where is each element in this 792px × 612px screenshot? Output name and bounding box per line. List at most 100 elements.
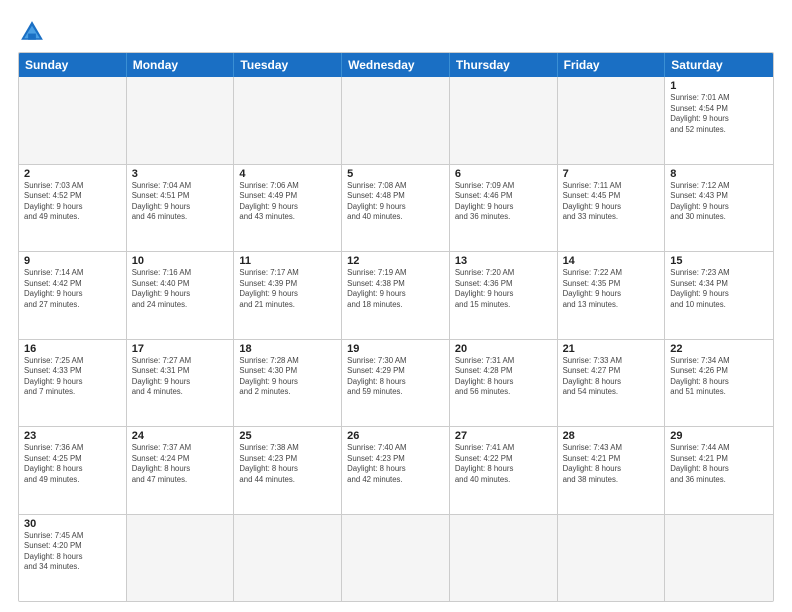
day-of-week-saturday: Saturday xyxy=(665,53,773,77)
day-number: 6 xyxy=(455,168,552,180)
calendar-cell xyxy=(234,77,342,164)
calendar-cell xyxy=(342,515,450,602)
calendar-cell: 27Sunrise: 7:41 AM Sunset: 4:22 PM Dayli… xyxy=(450,427,558,514)
calendar-cell: 22Sunrise: 7:34 AM Sunset: 4:26 PM Dayli… xyxy=(665,340,773,427)
calendar-cell: 29Sunrise: 7:44 AM Sunset: 4:21 PM Dayli… xyxy=(665,427,773,514)
calendar-cell: 24Sunrise: 7:37 AM Sunset: 4:24 PM Dayli… xyxy=(127,427,235,514)
day-number: 16 xyxy=(24,343,121,355)
day-info: Sunrise: 7:17 AM Sunset: 4:39 PM Dayligh… xyxy=(239,268,336,310)
page: SundayMondayTuesdayWednesdayThursdayFrid… xyxy=(0,0,792,612)
day-number: 29 xyxy=(670,430,768,442)
day-info: Sunrise: 7:31 AM Sunset: 4:28 PM Dayligh… xyxy=(455,356,552,398)
calendar-cell: 19Sunrise: 7:30 AM Sunset: 4:29 PM Dayli… xyxy=(342,340,450,427)
day-info: Sunrise: 7:36 AM Sunset: 4:25 PM Dayligh… xyxy=(24,443,121,485)
day-number: 3 xyxy=(132,168,229,180)
calendar-cell: 17Sunrise: 7:27 AM Sunset: 4:31 PM Dayli… xyxy=(127,340,235,427)
day-number: 27 xyxy=(455,430,552,442)
calendar-cell: 9Sunrise: 7:14 AM Sunset: 4:42 PM Daylig… xyxy=(19,252,127,339)
day-of-week-monday: Monday xyxy=(127,53,235,77)
day-number: 20 xyxy=(455,343,552,355)
day-number: 5 xyxy=(347,168,444,180)
day-info: Sunrise: 7:20 AM Sunset: 4:36 PM Dayligh… xyxy=(455,268,552,310)
calendar-cell: 20Sunrise: 7:31 AM Sunset: 4:28 PM Dayli… xyxy=(450,340,558,427)
calendar-cell: 7Sunrise: 7:11 AM Sunset: 4:45 PM Daylig… xyxy=(558,165,666,252)
day-info: Sunrise: 7:44 AM Sunset: 4:21 PM Dayligh… xyxy=(670,443,768,485)
day-number: 10 xyxy=(132,255,229,267)
day-info: Sunrise: 7:03 AM Sunset: 4:52 PM Dayligh… xyxy=(24,181,121,223)
day-number: 12 xyxy=(347,255,444,267)
day-number: 1 xyxy=(670,80,768,92)
calendar-cell: 3Sunrise: 7:04 AM Sunset: 4:51 PM Daylig… xyxy=(127,165,235,252)
calendar-cell: 23Sunrise: 7:36 AM Sunset: 4:25 PM Dayli… xyxy=(19,427,127,514)
header xyxy=(18,18,774,46)
calendar-cell: 15Sunrise: 7:23 AM Sunset: 4:34 PM Dayli… xyxy=(665,252,773,339)
day-info: Sunrise: 7:40 AM Sunset: 4:23 PM Dayligh… xyxy=(347,443,444,485)
calendar-cell xyxy=(665,515,773,602)
calendar-cell: 14Sunrise: 7:22 AM Sunset: 4:35 PM Dayli… xyxy=(558,252,666,339)
day-info: Sunrise: 7:30 AM Sunset: 4:29 PM Dayligh… xyxy=(347,356,444,398)
day-number: 19 xyxy=(347,343,444,355)
calendar-cell xyxy=(558,77,666,164)
day-info: Sunrise: 7:04 AM Sunset: 4:51 PM Dayligh… xyxy=(132,181,229,223)
day-number: 2 xyxy=(24,168,121,180)
day-number: 14 xyxy=(563,255,660,267)
day-info: Sunrise: 7:08 AM Sunset: 4:48 PM Dayligh… xyxy=(347,181,444,223)
calendar-cell: 2Sunrise: 7:03 AM Sunset: 4:52 PM Daylig… xyxy=(19,165,127,252)
calendar-cell: 13Sunrise: 7:20 AM Sunset: 4:36 PM Dayli… xyxy=(450,252,558,339)
day-info: Sunrise: 7:09 AM Sunset: 4:46 PM Dayligh… xyxy=(455,181,552,223)
calendar-cell: 26Sunrise: 7:40 AM Sunset: 4:23 PM Dayli… xyxy=(342,427,450,514)
calendar-cell: 4Sunrise: 7:06 AM Sunset: 4:49 PM Daylig… xyxy=(234,165,342,252)
day-number: 15 xyxy=(670,255,768,267)
calendar-cell: 6Sunrise: 7:09 AM Sunset: 4:46 PM Daylig… xyxy=(450,165,558,252)
calendar-cell: 11Sunrise: 7:17 AM Sunset: 4:39 PM Dayli… xyxy=(234,252,342,339)
day-info: Sunrise: 7:28 AM Sunset: 4:30 PM Dayligh… xyxy=(239,356,336,398)
day-info: Sunrise: 7:34 AM Sunset: 4:26 PM Dayligh… xyxy=(670,356,768,398)
calendar-cell: 1Sunrise: 7:01 AM Sunset: 4:54 PM Daylig… xyxy=(665,77,773,164)
calendar-row-5: 23Sunrise: 7:36 AM Sunset: 4:25 PM Dayli… xyxy=(19,427,773,515)
day-info: Sunrise: 7:37 AM Sunset: 4:24 PM Dayligh… xyxy=(132,443,229,485)
day-info: Sunrise: 7:33 AM Sunset: 4:27 PM Dayligh… xyxy=(563,356,660,398)
calendar-cell: 12Sunrise: 7:19 AM Sunset: 4:38 PM Dayli… xyxy=(342,252,450,339)
day-number: 4 xyxy=(239,168,336,180)
day-info: Sunrise: 7:45 AM Sunset: 4:20 PM Dayligh… xyxy=(24,531,121,573)
calendar: SundayMondayTuesdayWednesdayThursdayFrid… xyxy=(18,52,774,602)
day-info: Sunrise: 7:43 AM Sunset: 4:21 PM Dayligh… xyxy=(563,443,660,485)
calendar-cell: 18Sunrise: 7:28 AM Sunset: 4:30 PM Dayli… xyxy=(234,340,342,427)
day-info: Sunrise: 7:14 AM Sunset: 4:42 PM Dayligh… xyxy=(24,268,121,310)
day-info: Sunrise: 7:22 AM Sunset: 4:35 PM Dayligh… xyxy=(563,268,660,310)
day-info: Sunrise: 7:25 AM Sunset: 4:33 PM Dayligh… xyxy=(24,356,121,398)
calendar-row-4: 16Sunrise: 7:25 AM Sunset: 4:33 PM Dayli… xyxy=(19,340,773,428)
calendar-row-2: 2Sunrise: 7:03 AM Sunset: 4:52 PM Daylig… xyxy=(19,165,773,253)
calendar-cell xyxy=(450,515,558,602)
day-of-week-sunday: Sunday xyxy=(19,53,127,77)
calendar-cell: 30Sunrise: 7:45 AM Sunset: 4:20 PM Dayli… xyxy=(19,515,127,602)
calendar-cell: 8Sunrise: 7:12 AM Sunset: 4:43 PM Daylig… xyxy=(665,165,773,252)
day-number: 21 xyxy=(563,343,660,355)
calendar-cell: 25Sunrise: 7:38 AM Sunset: 4:23 PM Dayli… xyxy=(234,427,342,514)
day-number: 22 xyxy=(670,343,768,355)
calendar-cell xyxy=(450,77,558,164)
calendar-cell xyxy=(19,77,127,164)
calendar-cell xyxy=(127,515,235,602)
day-info: Sunrise: 7:23 AM Sunset: 4:34 PM Dayligh… xyxy=(670,268,768,310)
calendar-cell xyxy=(558,515,666,602)
day-number: 23 xyxy=(24,430,121,442)
calendar-cell xyxy=(342,77,450,164)
day-number: 26 xyxy=(347,430,444,442)
calendar-cell: 21Sunrise: 7:33 AM Sunset: 4:27 PM Dayli… xyxy=(558,340,666,427)
day-number: 24 xyxy=(132,430,229,442)
calendar-cell xyxy=(127,77,235,164)
day-number: 11 xyxy=(239,255,336,267)
day-number: 30 xyxy=(24,518,121,530)
day-info: Sunrise: 7:38 AM Sunset: 4:23 PM Dayligh… xyxy=(239,443,336,485)
day-info: Sunrise: 7:19 AM Sunset: 4:38 PM Dayligh… xyxy=(347,268,444,310)
day-of-week-tuesday: Tuesday xyxy=(234,53,342,77)
day-number: 17 xyxy=(132,343,229,355)
day-info: Sunrise: 7:27 AM Sunset: 4:31 PM Dayligh… xyxy=(132,356,229,398)
day-info: Sunrise: 7:06 AM Sunset: 4:49 PM Dayligh… xyxy=(239,181,336,223)
calendar-row-3: 9Sunrise: 7:14 AM Sunset: 4:42 PM Daylig… xyxy=(19,252,773,340)
calendar-header: SundayMondayTuesdayWednesdayThursdayFrid… xyxy=(19,53,773,77)
calendar-row-1: 1Sunrise: 7:01 AM Sunset: 4:54 PM Daylig… xyxy=(19,77,773,165)
day-info: Sunrise: 7:41 AM Sunset: 4:22 PM Dayligh… xyxy=(455,443,552,485)
day-number: 18 xyxy=(239,343,336,355)
